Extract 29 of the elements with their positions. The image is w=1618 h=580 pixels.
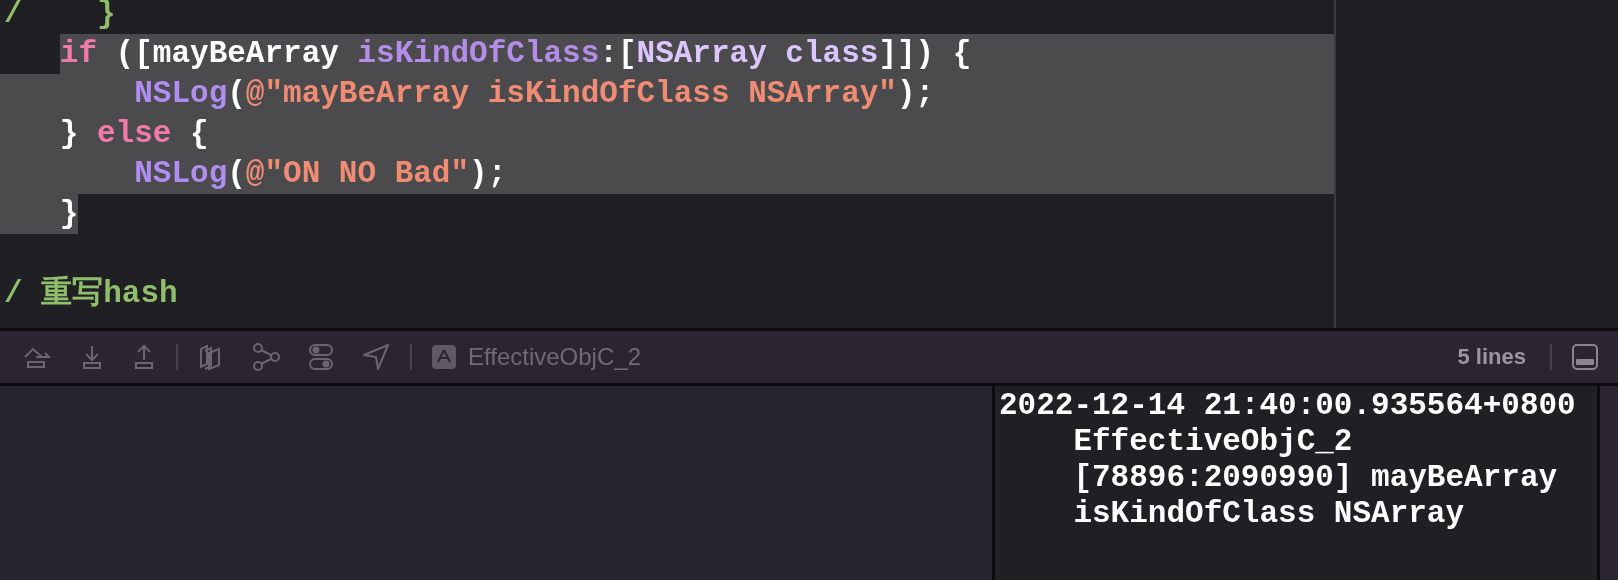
code-token: NSLog (134, 75, 228, 113)
code-token: ([mayBeArray (97, 34, 358, 74)
code-token: / 重写hash (4, 274, 178, 313)
graph-icon[interactable] (252, 343, 280, 371)
app-icon (432, 345, 456, 369)
code-token: ); (469, 155, 507, 193)
location-arrow-icon[interactable] (362, 343, 390, 371)
code-token: :[ (599, 34, 637, 74)
code-token: @"mayBeArray isKindOfClass NSArray" (245, 75, 897, 113)
code-token: ( (227, 155, 246, 193)
code-token: ( (227, 75, 246, 113)
code-token: ); (896, 75, 935, 113)
code-token: NSArray class (636, 34, 879, 74)
upload-icon[interactable] (132, 344, 156, 370)
line-count: 5 lines (1457, 344, 1526, 370)
code-token: @"ON NO Bad" (245, 155, 470, 193)
scheme-target[interactable]: EffectiveObjC_2 (468, 343, 641, 371)
code-token: ]]) { (878, 34, 972, 74)
code-token: else (97, 115, 172, 153)
code-token: } (59, 115, 80, 153)
code-token: NSLog (134, 155, 228, 193)
panel-toggle-icon[interactable] (1572, 344, 1598, 370)
download-icon[interactable] (80, 344, 104, 370)
console-output: 2022-12-14 21:40:00.935564+0800 EffectiveObjC_2 [78896:2090990] mayBeArray isKindOfClass NSArray (999, 388, 1577, 532)
code-token: { (189, 115, 209, 153)
code-token: / } (4, 0, 116, 33)
toggles-icon[interactable] (308, 343, 334, 371)
code-token: if (59, 34, 97, 74)
code-token: isKindOfClass (357, 34, 600, 74)
